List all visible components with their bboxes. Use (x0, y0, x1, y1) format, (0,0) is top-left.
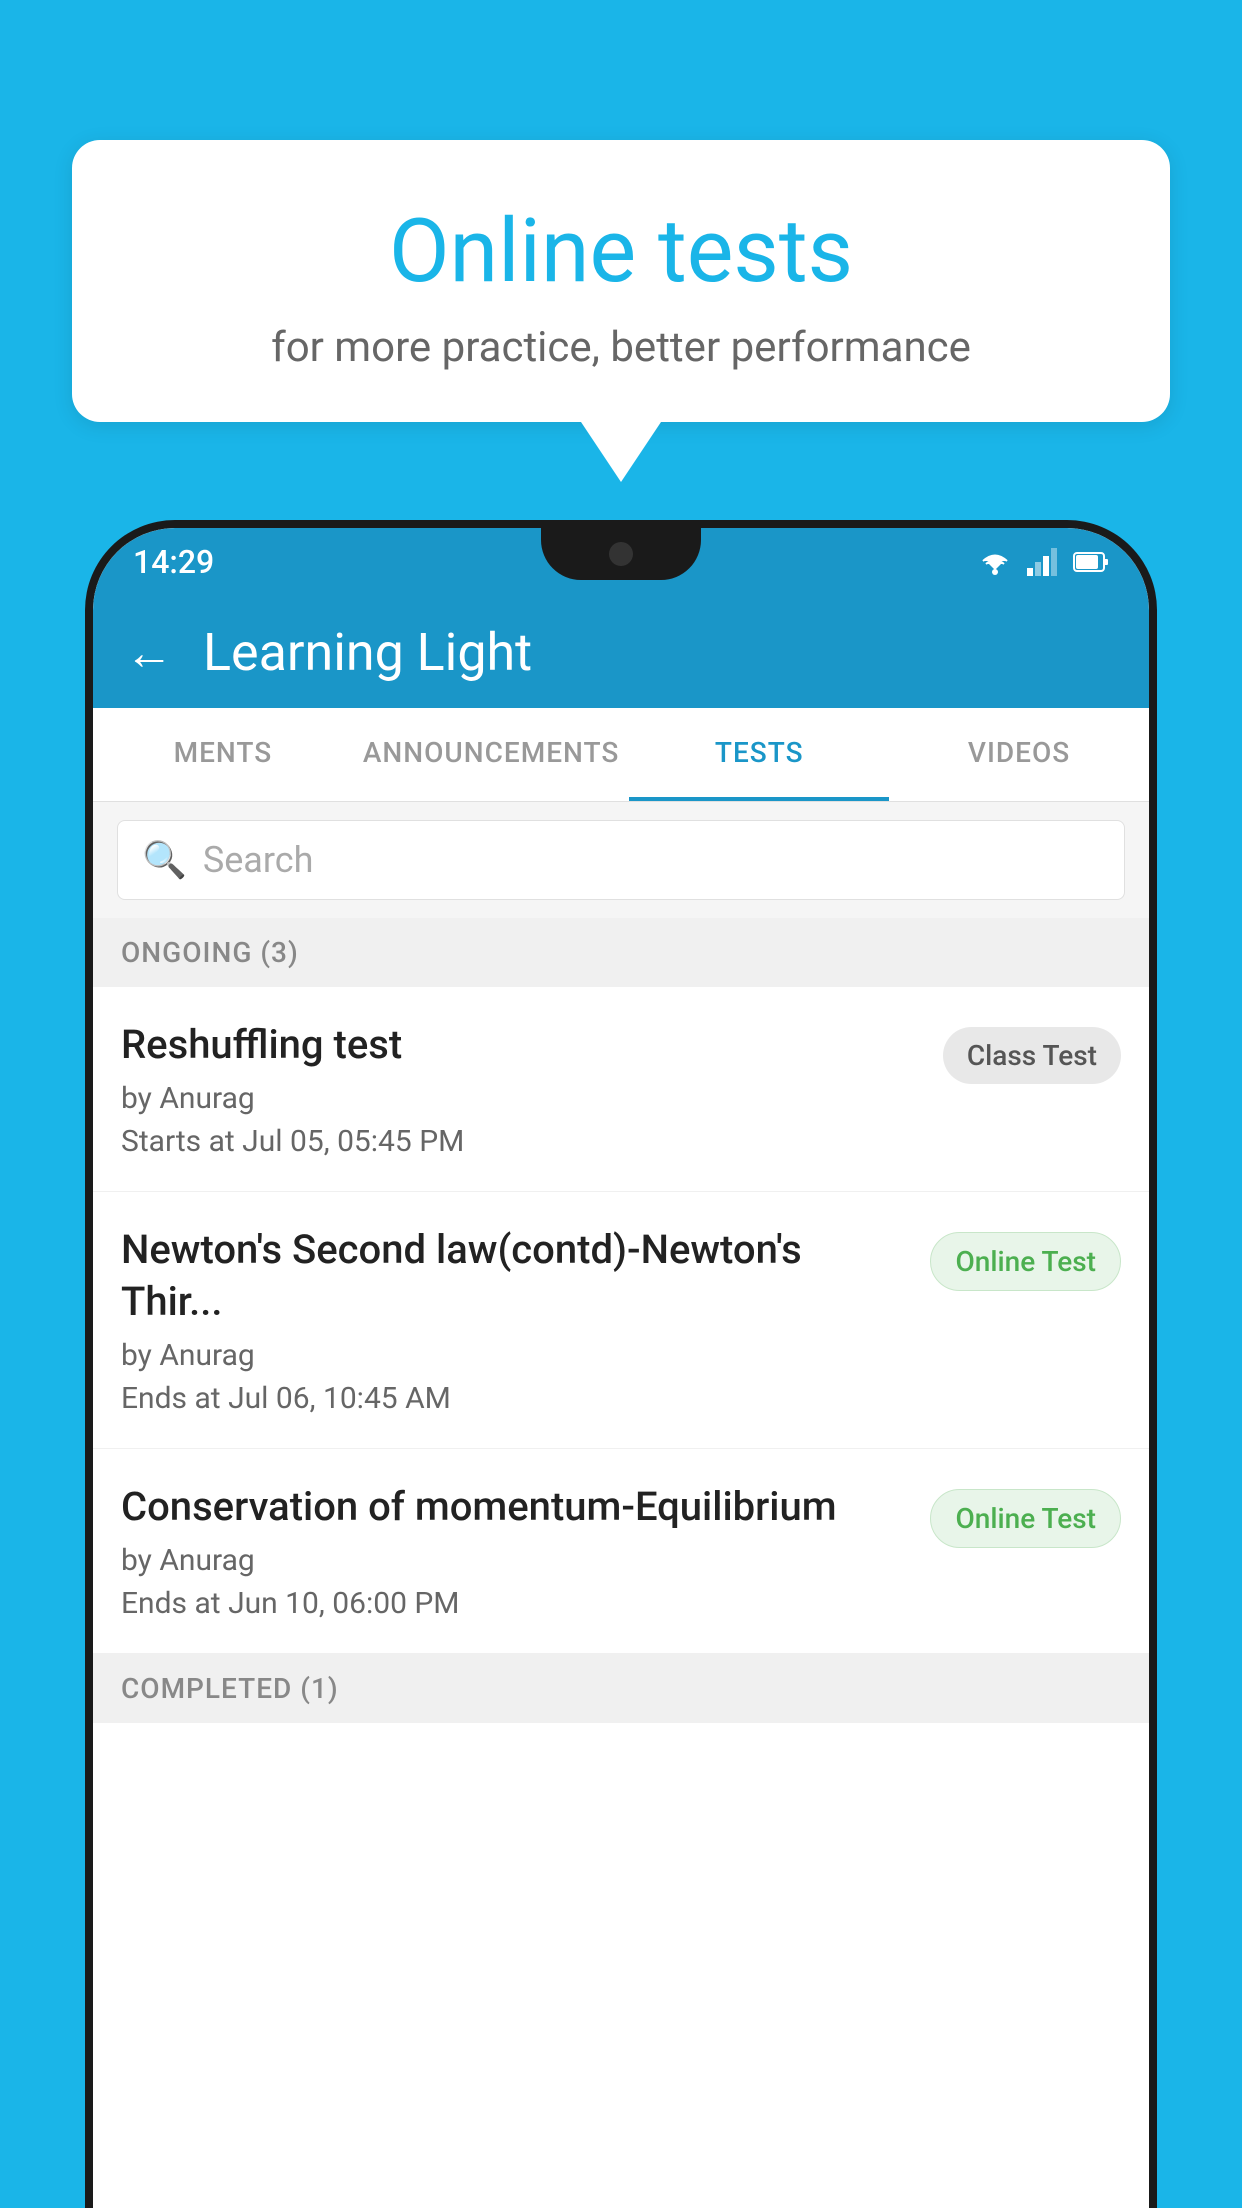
section-completed-header: COMPLETED (1) (93, 1654, 1149, 1723)
screen-content: 14:29 (93, 528, 1149, 2208)
status-icons (977, 548, 1109, 576)
test-badge-online: Online Test (930, 1232, 1121, 1291)
tab-videos[interactable]: VIDEOS (889, 708, 1149, 801)
test-item[interactable]: Reshuffling test by Anurag Starts at Jul… (93, 987, 1149, 1192)
test-info: Reshuffling test by Anurag Starts at Jul… (121, 1019, 943, 1159)
test-name: Reshuffling test (121, 1019, 923, 1071)
tab-tests[interactable]: TESTS (629, 708, 889, 801)
status-time: 14:29 (133, 543, 214, 581)
status-bar: 14:29 (93, 528, 1149, 596)
section-completed-title: COMPLETED (1) (121, 1672, 339, 1705)
tab-announcements[interactable]: ANNOUNCEMENTS (353, 708, 629, 801)
test-author: by Anurag (121, 1081, 923, 1116)
search-icon: 🔍 (142, 839, 187, 881)
speech-bubble-title: Online tests (132, 200, 1110, 303)
app-bar: ← Learning Light (93, 596, 1149, 708)
test-author: by Anurag (121, 1338, 910, 1373)
back-button[interactable]: ← (125, 624, 173, 681)
test-time: Ends at Jul 06, 10:45 AM (121, 1381, 910, 1416)
test-time: Ends at Jun 10, 06:00 PM (121, 1586, 910, 1621)
notch-camera (609, 542, 633, 566)
test-info: Conservation of momentum-Equilibrium by … (121, 1481, 930, 1621)
test-badge-online-2: Online Test (930, 1489, 1121, 1548)
signal-icon (1027, 548, 1059, 576)
notch (541, 528, 701, 580)
section-ongoing-header: ONGOING (3) (93, 918, 1149, 987)
screen-scroll: 14:29 (93, 528, 1149, 2208)
tabs-container: MENTS ANNOUNCEMENTS TESTS VIDEOS (93, 708, 1149, 802)
speech-bubble-subtitle: for more practice, better performance (132, 323, 1110, 372)
speech-bubble-arrow (581, 422, 661, 482)
test-item[interactable]: Conservation of momentum-Equilibrium by … (93, 1449, 1149, 1654)
test-name: Newton's Second law(contd)-Newton's Thir… (121, 1224, 910, 1328)
test-name: Conservation of momentum-Equilibrium (121, 1481, 910, 1533)
tab-ments[interactable]: MENTS (93, 708, 353, 801)
wifi-icon (977, 548, 1013, 576)
phone-frame: 14:29 (85, 520, 1157, 2208)
test-badge-class: Class Test (943, 1027, 1121, 1084)
section-ongoing-title: ONGOING (3) (121, 936, 299, 969)
speech-bubble-container: Online tests for more practice, better p… (72, 140, 1170, 482)
test-author: by Anurag (121, 1543, 910, 1578)
search-placeholder: Search (203, 839, 314, 881)
search-bar[interactable]: 🔍 Search (117, 820, 1125, 900)
speech-bubble: Online tests for more practice, better p… (72, 140, 1170, 422)
test-list: Reshuffling test by Anurag Starts at Jul… (93, 987, 1149, 1654)
search-container: 🔍 Search (93, 802, 1149, 918)
test-info: Newton's Second law(contd)-Newton's Thir… (121, 1224, 930, 1416)
test-time: Starts at Jul 05, 05:45 PM (121, 1124, 923, 1159)
battery-icon (1073, 550, 1109, 574)
test-item[interactable]: Newton's Second law(contd)-Newton's Thir… (93, 1192, 1149, 1449)
app-bar-title: Learning Light (203, 622, 532, 683)
